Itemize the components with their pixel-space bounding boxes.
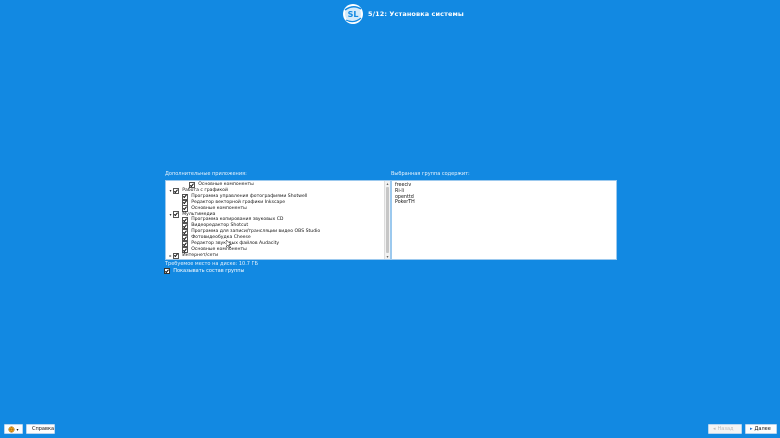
back-button[interactable]: ◂ Назад — [708, 424, 742, 434]
tree-checkbox[interactable] — [173, 252, 180, 259]
show-state-checkbox[interactable] — [164, 268, 171, 275]
list-item[interactable]: openttd — [395, 195, 414, 200]
list-item[interactable]: Ri-li — [395, 189, 404, 194]
back-label: Назад — [717, 426, 734, 432]
scroll-thumb[interactable] — [386, 187, 389, 253]
list-item[interactable]: freeciv — [395, 183, 411, 188]
language-button[interactable]: ▾ — [4, 424, 23, 434]
globe-icon — [8, 425, 15, 433]
step-title: 5/12: Установка системы — [368, 10, 464, 18]
chevron-down-icon: ▾ — [16, 426, 19, 432]
mouse-cursor-icon — [225, 233, 233, 249]
next-label: Далее — [754, 426, 771, 432]
help-label: Справка — [32, 426, 55, 432]
apps-tree[interactable]: Основные компоненты ▾ Работа с графикой Про… — [165, 180, 391, 260]
show-state-option[interactable]: Показывать состав группы — [164, 268, 245, 275]
tree-row-label: Интернет/сети — [182, 252, 219, 258]
tree-row[interactable]: ▸ Интернет/сети — [166, 252, 384, 259]
next-button[interactable]: ▸ Далее — [745, 424, 777, 434]
groups-list[interactable]: freeciv Ri-li openttd PokerTH — [391, 180, 617, 260]
apps-scrollbar[interactable]: ▴ ▾ — [384, 181, 390, 259]
help-button[interactable]: ? Справка — [26, 424, 55, 434]
disk-space-text: Требуемое место на диске: 10.7 ГБ — [165, 261, 259, 267]
logo-icon: SL — [342, 3, 364, 25]
groups-label: Выбранная группа содержит: — [391, 171, 470, 177]
scroll-down-icon[interactable]: ▾ — [385, 254, 390, 259]
back-arrow-icon: ◂ — [713, 426, 716, 432]
show-state-label: Показывать состав группы — [173, 268, 245, 275]
scroll-up-icon[interactable]: ▴ — [385, 181, 390, 186]
apps-tree-list[interactable]: Основные компоненты ▾ Работа с графикой Про… — [166, 181, 384, 259]
header: SL 5/12: Установка системы — [342, 3, 464, 25]
apps-label: Дополнительные приложения: — [165, 171, 247, 177]
svg-text:SL: SL — [348, 10, 359, 19]
next-arrow-icon: ▸ — [750, 426, 753, 432]
list-item[interactable]: PokerTH — [395, 200, 415, 205]
